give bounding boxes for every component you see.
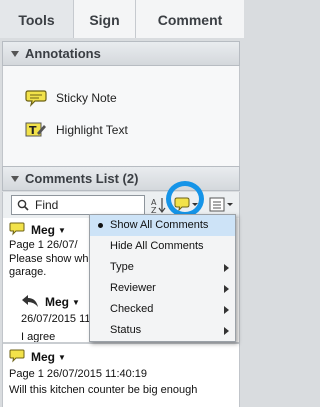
menu-item-label: Type xyxy=(110,261,134,273)
find-input-value: Find xyxy=(35,198,59,212)
tool-highlight-text[interactable]: T Highlight Text xyxy=(25,120,128,140)
selected-bullet-icon xyxy=(98,223,103,228)
tool-label: Highlight Text xyxy=(56,123,128,137)
tool-label: Sticky Note xyxy=(56,91,117,105)
menu-item-checked[interactable]: Checked xyxy=(90,299,235,320)
sticky-note-icon xyxy=(25,89,47,107)
chevron-down-icon[interactable]: ▼ xyxy=(58,353,66,362)
menu-item-type[interactable]: Type xyxy=(90,257,235,278)
comment-item[interactable]: Meg ▼ Page 1 26/07/2015 11:40:19 Will th… xyxy=(3,349,239,397)
highlight-ring xyxy=(166,181,204,217)
submenu-arrow-icon xyxy=(224,327,229,335)
sticky-note-icon xyxy=(9,349,25,366)
menu-item-reviewer[interactable]: Reviewer xyxy=(90,278,235,299)
comments-list-panel-header[interactable]: Comments List (2) xyxy=(2,166,240,191)
menu-item-label: Status xyxy=(110,324,142,336)
comment-divider xyxy=(3,342,239,344)
menu-item-label: Reviewer xyxy=(110,282,156,294)
menu-item-hide-all-comments[interactable]: Hide All Comments xyxy=(90,236,235,257)
submenu-arrow-icon xyxy=(224,285,229,293)
highlight-text-icon: T xyxy=(25,121,47,139)
submenu-arrow-icon xyxy=(224,306,229,314)
collapse-triangle-icon xyxy=(11,176,19,182)
tab-tools[interactable]: Tools xyxy=(0,0,74,38)
annotations-title: Annotations xyxy=(25,46,101,61)
filter-dropdown-menu: Show All Comments Hide All Comments Type… xyxy=(89,214,236,342)
top-tab-bar: Tools Sign Comment xyxy=(0,0,244,38)
menu-item-label: Show All Comments xyxy=(110,219,209,231)
svg-text:Z: Z xyxy=(151,206,157,214)
comment-text: Will this kitchen counter be big enough xyxy=(9,384,198,396)
comment-author: Meg xyxy=(31,350,55,364)
svg-text:T: T xyxy=(29,124,37,137)
menu-item-label: Hide All Comments xyxy=(110,240,204,252)
chevron-down-icon[interactable]: ▼ xyxy=(72,298,80,307)
reply-author: Meg xyxy=(45,295,69,309)
menu-item-show-all-comments[interactable]: Show All Comments xyxy=(90,215,235,236)
find-input[interactable]: Find xyxy=(11,195,145,215)
reply-arrow-icon xyxy=(21,294,39,311)
annotations-panel-header[interactable]: Annotations xyxy=(2,41,240,66)
annotations-panel: Sticky Note T Highlight Text xyxy=(2,66,240,166)
search-icon xyxy=(17,199,29,211)
chevron-down-icon[interactable]: ▼ xyxy=(58,226,66,235)
comment-meta: Page 1 26/07/2015 11:40:19 xyxy=(9,368,148,380)
tab-sign[interactable]: Sign xyxy=(74,0,136,38)
comments-list-title: Comments List (2) xyxy=(25,171,139,186)
menu-item-status[interactable]: Status xyxy=(90,320,235,341)
tool-sticky-note[interactable]: Sticky Note xyxy=(25,88,117,108)
tab-comment[interactable]: Comment xyxy=(136,0,244,38)
submenu-arrow-icon xyxy=(224,264,229,272)
comment-author: Meg xyxy=(31,223,55,237)
collapse-triangle-icon xyxy=(11,51,19,57)
menu-item-label: Checked xyxy=(110,303,154,315)
sticky-note-icon xyxy=(9,222,25,239)
